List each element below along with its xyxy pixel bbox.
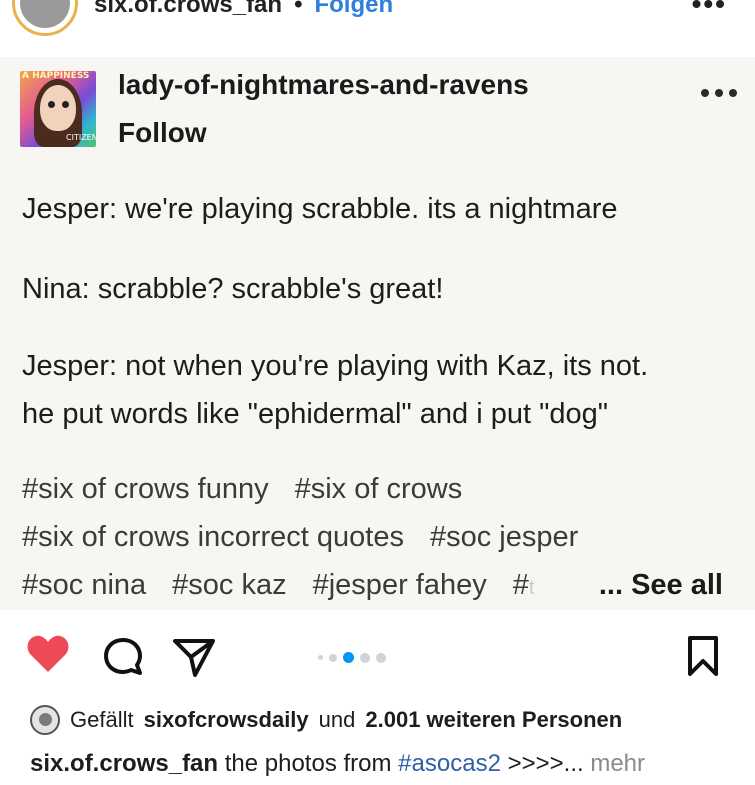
carousel-dot — [318, 655, 323, 660]
tags-row-3: #soc nina #soc kaz #jesper fahey #t — [22, 569, 534, 602]
caption-text-before: the photos from — [224, 750, 392, 777]
tag: #soc nina — [22, 569, 147, 601]
heart-icon[interactable] — [26, 634, 70, 674]
post-line-4: he put words like "ephidermal" and i put… — [22, 398, 609, 430]
tag: #soc jesper — [429, 521, 579, 553]
instagram-post-header: six.of.crows_fan • Folgen ••• — [0, 0, 755, 58]
liker-username[interactable]: sixofcrowsdaily — [144, 707, 309, 733]
tumblr-avatar: A HAPPINESS CITIZEN — [20, 71, 96, 147]
profile-avatar[interactable] — [12, 0, 78, 36]
tumblr-more-icon — [701, 89, 737, 97]
carousel-dot — [376, 652, 386, 663]
caption-hashtag[interactable]: #asocas2 — [398, 750, 501, 777]
liker-avatar[interactable] — [30, 705, 60, 735]
post-line-3: Jesper: not when you're playing with Kaz… — [22, 350, 649, 382]
tag: #six of crows funny — [22, 473, 269, 505]
tags-row-2: #six of crows incorrect quotes #soc jesp… — [22, 521, 578, 554]
caption-username[interactable]: six.of.crows_fan — [30, 750, 218, 777]
tag: #six of crows incorrect quotes — [22, 521, 404, 553]
tags-row-1: #six of crows funny #six of crows — [22, 473, 462, 506]
header-row: six.of.crows_fan • Folgen — [94, 0, 393, 20]
carousel-indicator — [318, 652, 386, 663]
tag-fragment-faded: t — [528, 577, 535, 599]
follow-button[interactable]: Folgen — [314, 0, 393, 19]
avatar-text-bottom: CITIZEN — [66, 133, 96, 142]
caption-more-link[interactable]: mehr — [590, 750, 645, 777]
more-options-icon[interactable]: ••• — [692, 0, 727, 20]
tag: #jesper fahey — [312, 569, 487, 601]
tumblr-username: lady-of-nightmares-and-ravens — [118, 69, 529, 100]
header-separator: • — [294, 0, 303, 18]
likes-prefix: Gefällt — [70, 707, 134, 732]
see-all-label: ... See all — [598, 569, 723, 601]
tag: #six of crows — [294, 473, 463, 505]
avatar-eye-left — [48, 101, 55, 108]
tag: #soc kaz — [172, 569, 287, 601]
avatar-text-top: A HAPPINESS — [22, 71, 90, 81]
caption: six.of.crows_fan the photos from #asocas… — [30, 750, 645, 778]
post-image: A HAPPINESS CITIZEN lady-of-nightmares-a… — [0, 57, 755, 610]
tag-fragment: #t — [512, 569, 535, 601]
post-line-1: Jesper: we're playing scrabble. its a ni… — [22, 193, 618, 225]
avatar-face-shape — [40, 85, 76, 131]
post-line-2: Nina: scrabble? scrabble's great! — [22, 273, 444, 305]
avatar-eye-right — [62, 101, 69, 108]
likes-middle: und — [318, 707, 356, 732]
send-icon[interactable] — [172, 636, 216, 678]
carousel-dot — [360, 652, 370, 663]
likes-row: Gefällt sixofcrowsdaily und 2.001 weiter… — [30, 704, 622, 736]
bookmark-icon[interactable] — [686, 634, 720, 678]
likes-count[interactable]: 2.001 weiteren Personen — [365, 707, 622, 733]
comment-icon[interactable] — [102, 636, 144, 678]
carousel-dot-active — [343, 652, 354, 663]
carousel-dot — [329, 653, 337, 662]
tumblr-follow-label: Follow — [118, 117, 207, 148]
caption-text-after: >>>>... — [507, 750, 584, 777]
header-username[interactable]: six.of.crows_fan — [94, 0, 282, 19]
